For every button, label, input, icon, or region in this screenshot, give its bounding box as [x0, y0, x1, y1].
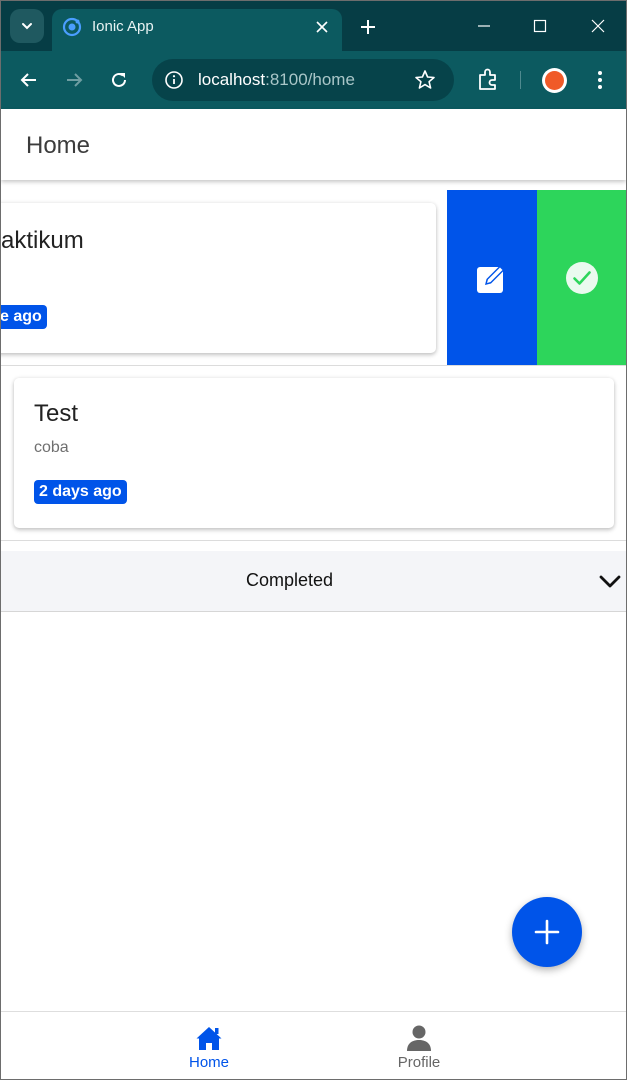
browser-window: Ionic App localhost:8100/home Home aktik…	[0, 0, 627, 1080]
sliding-item[interactable]: Test coba 2 days ago	[1, 366, 626, 541]
profile-avatar[interactable]	[542, 68, 567, 93]
arrow-left-icon	[20, 73, 36, 87]
more-vertical-icon	[598, 71, 602, 89]
minimize-button[interactable]	[473, 15, 495, 37]
tab-home[interactable]: Home	[149, 1012, 269, 1079]
info-icon[interactable]	[164, 70, 184, 90]
browser-menu-button[interactable]	[589, 67, 611, 93]
plus-icon	[361, 20, 375, 34]
tab-close-button[interactable]	[312, 17, 332, 37]
arrow-right-icon	[67, 73, 83, 87]
url-path: :8100/home	[265, 70, 355, 89]
sliding-item[interactable]: aktikum e ago	[1, 190, 626, 366]
browser-tab[interactable]: Ionic App	[52, 9, 342, 51]
maximize-icon	[533, 19, 547, 33]
avatar-image	[545, 71, 564, 90]
checkmark-circle-icon	[565, 262, 598, 294]
maximize-button[interactable]	[529, 15, 551, 37]
task-title: Test	[34, 400, 79, 427]
time-badge: e ago	[1, 305, 47, 329]
task-title: aktikum	[1, 227, 84, 254]
tab-label: Home	[188, 1054, 229, 1071]
add-icon	[534, 919, 560, 945]
edit-icon	[477, 263, 507, 293]
close-icon	[591, 19, 605, 33]
time-badge: 2 days ago	[34, 480, 127, 504]
task-card[interactable]: Test coba 2 days ago	[14, 378, 614, 528]
app-header: Home	[1, 109, 626, 180]
extensions-icon[interactable]	[475, 67, 501, 93]
address-bar[interactable]: localhost:8100/home	[152, 59, 454, 101]
page-title: Home	[26, 132, 91, 159]
reload-button[interactable]	[106, 67, 132, 93]
task-card[interactable]: aktikum e ago	[1, 203, 436, 353]
reload-icon	[112, 72, 126, 87]
accordion-label: Completed	[245, 570, 334, 590]
tab-search-button[interactable]	[10, 9, 44, 43]
app-content: Home aktikum e ago Test coba 2 days ago …	[1, 109, 626, 1079]
url-text: localhost:8100/home	[198, 70, 355, 90]
add-task-fab[interactable]	[512, 897, 582, 967]
tab-strip: Ionic App	[1, 1, 626, 51]
complete-option-button[interactable]	[537, 190, 626, 365]
task-description: coba	[34, 439, 69, 456]
new-tab-button[interactable]	[357, 16, 379, 38]
tab-bar: Home Profile	[1, 1011, 626, 1079]
minimize-icon	[478, 25, 490, 27]
chevron-down-icon	[22, 23, 32, 30]
tab-title: Ionic App	[92, 18, 154, 35]
completed-accordion-header[interactable]: Completed	[1, 551, 626, 612]
tab-profile[interactable]: Profile	[359, 1012, 479, 1079]
tab-label: Profile	[397, 1054, 441, 1071]
forward-button[interactable]	[61, 67, 87, 93]
toolbar-separator	[520, 71, 521, 89]
window-close-button[interactable]	[587, 15, 609, 37]
home-icon	[196, 1027, 222, 1050]
chevron-down-icon	[599, 575, 621, 588]
close-icon	[316, 21, 328, 33]
edit-option-button[interactable]	[447, 190, 537, 365]
url-host: localhost	[198, 70, 266, 89]
back-button[interactable]	[16, 67, 42, 93]
person-icon	[407, 1025, 431, 1051]
browser-toolbar: localhost:8100/home	[1, 51, 626, 109]
bookmark-star-icon[interactable]	[414, 69, 436, 91]
ionic-logo-icon	[62, 17, 82, 37]
